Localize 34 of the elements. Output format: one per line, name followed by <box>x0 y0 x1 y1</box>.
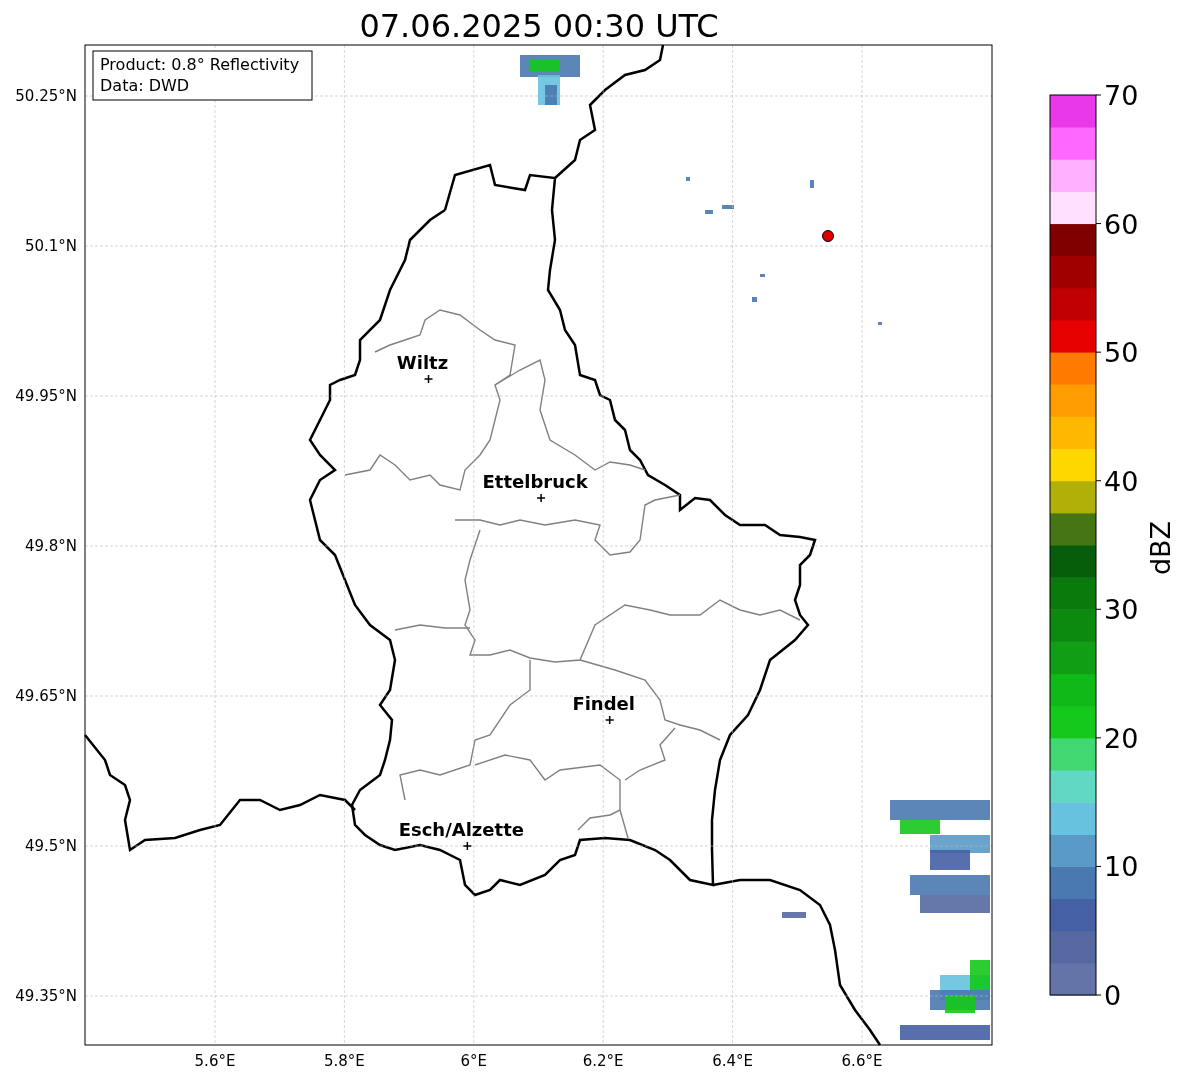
colorbar-tick-label: 50 <box>1104 337 1139 369</box>
latitude-label: 49.35°N <box>15 987 77 1005</box>
colorbar-tick-label: 10 <box>1104 851 1139 883</box>
colorbar-tick-label: 30 <box>1104 594 1139 626</box>
chart-title: 07.06.2025 00:30 UTC <box>359 7 719 45</box>
longitude-label: 6°E <box>460 1052 488 1070</box>
longitude-label: 6.2°E <box>582 1052 624 1070</box>
latitude-label: 50.1°N <box>24 237 77 255</box>
crosshair-icon <box>462 841 473 851</box>
colorbar-label: dBZ <box>1145 520 1176 576</box>
crosshair-icon <box>536 493 546 503</box>
longitude-label: 5.8°E <box>324 1052 365 1070</box>
colorbar-tick-label: 70 <box>1104 80 1139 111</box>
colorbar-tick-label: 0 <box>1104 980 1122 1011</box>
crosshair-icon <box>423 374 434 384</box>
latitude-label: 49.95°N <box>15 387 77 405</box>
longitude-label: 6.6°E <box>841 1052 883 1070</box>
city-label: Esch/Alzette <box>398 819 524 840</box>
colorbar-tick-label: 20 <box>1104 722 1139 754</box>
radar-site-marker <box>822 230 834 242</box>
longitude-label: 5.6°E <box>194 1052 236 1070</box>
colorbar-tick-label: 40 <box>1104 465 1139 497</box>
longitude-label: 6.4°E <box>712 1052 753 1070</box>
latitude-label: 49.65°N <box>15 687 77 705</box>
latitude-label: 49.8°N <box>24 537 77 555</box>
info-text: Data: DWD <box>100 76 190 95</box>
latitude-label: 49.5°N <box>24 837 77 855</box>
info-text: Product: 0.8° Reflectivity <box>100 55 300 74</box>
city-label: Wiltz <box>396 352 449 373</box>
latitude-label: 50.25°N <box>15 87 77 105</box>
city-label: Findel <box>572 693 635 714</box>
crosshair-icon <box>604 715 615 725</box>
colorbar-tick-label: 60 <box>1104 208 1139 240</box>
city-label: Ettelbruck <box>482 471 588 492</box>
